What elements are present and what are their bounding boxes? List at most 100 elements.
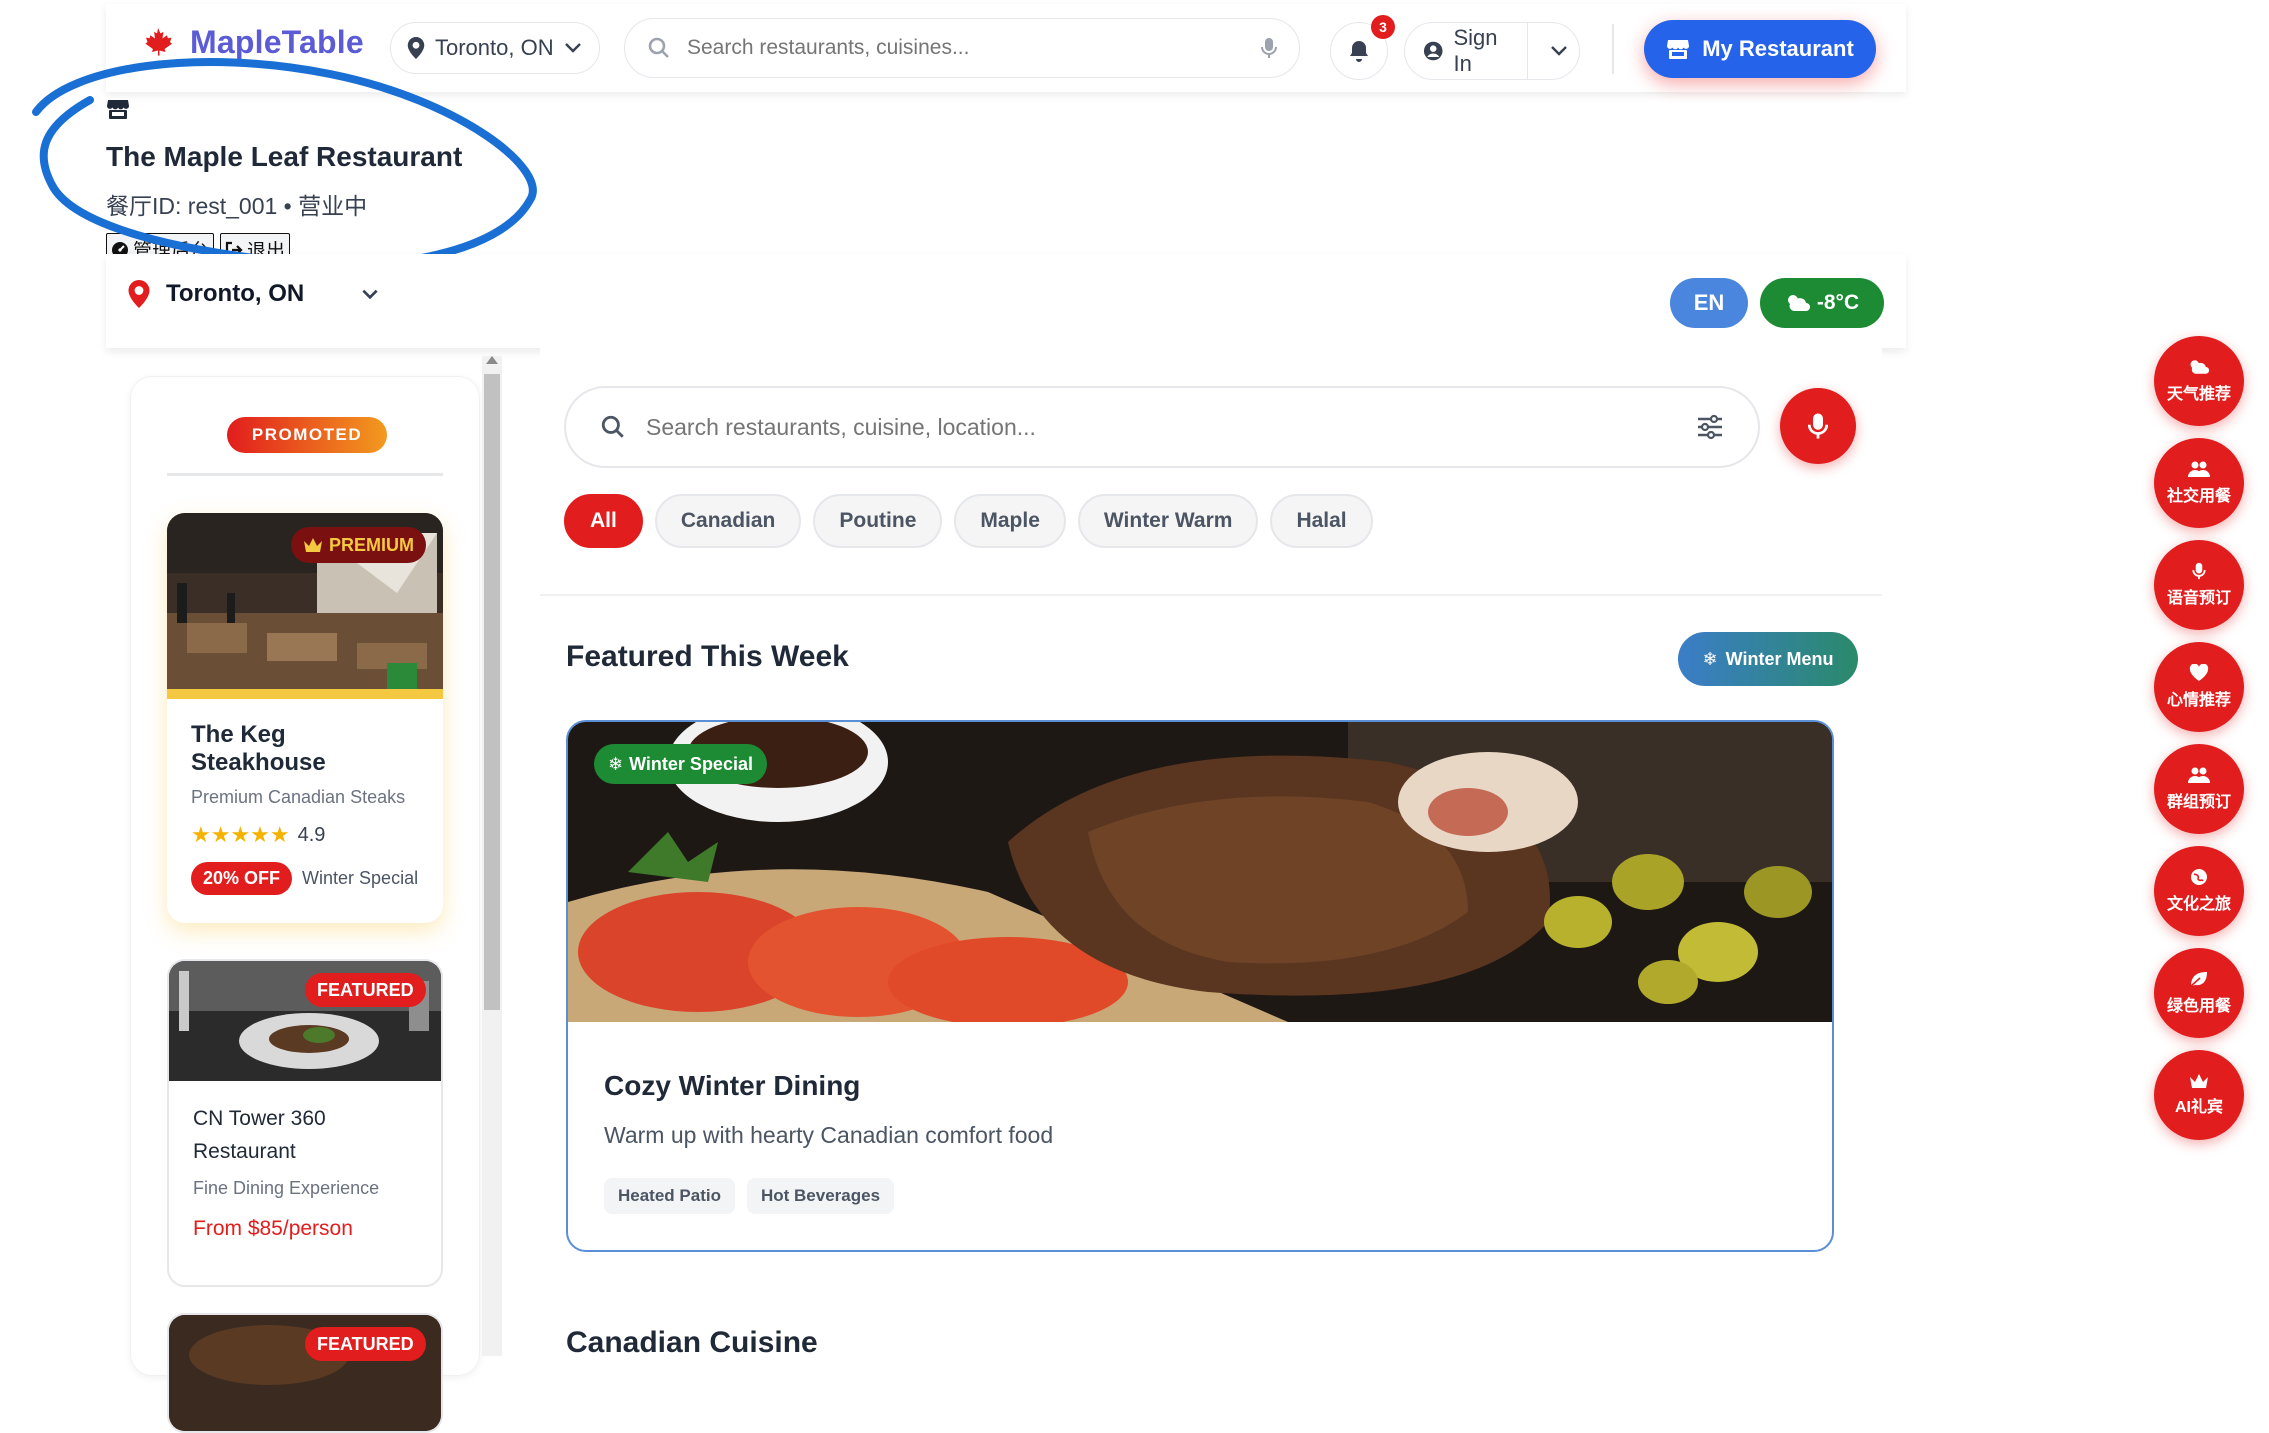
maple-leaf-icon [145, 27, 173, 56]
globe-icon [2191, 869, 2207, 885]
restaurant-photo: FEATURED [169, 1315, 441, 1431]
snowflake-icon: ❄ [1702, 648, 1718, 669]
weather-recommendation-button[interactable]: 天气推荐 [2154, 336, 2244, 426]
header-search-input[interactable] [685, 35, 1247, 61]
feature-tag: Hot Beverages [746, 1178, 895, 1214]
fab-label: 群组预订 [2166, 794, 2231, 811]
search-icon [601, 415, 624, 438]
filter-chip-maple[interactable]: Maple [954, 494, 1066, 548]
notifications-button[interactable]: 3 [1330, 15, 1395, 80]
cloud-sun-icon [2190, 360, 2210, 374]
star-rating: ★★★★★ [191, 822, 290, 847]
feature-title: Cozy Winter Dining [604, 1070, 861, 1101]
language-toggle[interactable]: EN [1670, 278, 1748, 328]
my-restaurant-label: My Restaurant [1702, 36, 1854, 61]
heart-icon [2189, 664, 2209, 681]
promoted-restaurant-card[interactable]: PREMIUM The Keg Steakhouse Premium Canad… [167, 513, 443, 923]
owner-restaurant-meta: 餐厅ID: rest_001 • 营业中 [106, 193, 368, 219]
divider [1527, 22, 1529, 80]
premium-badge: PREMIUM [291, 527, 426, 563]
feature-tag: Heated Patio [604, 1178, 735, 1214]
mood-recommendation-button[interactable]: 心情推荐 [2154, 642, 2244, 732]
fab-label: 绿色用餐 [2166, 998, 2231, 1015]
filter-chip-winter-warm[interactable]: Winter Warm [1077, 494, 1259, 548]
featured-badge: FEATURED [305, 973, 426, 1007]
microphone-icon [2192, 562, 2206, 580]
winter-special-badge: ❄ Winter Special [594, 744, 767, 784]
location-label: Toronto, ON [166, 280, 305, 307]
filter-chip-all[interactable]: All [564, 494, 643, 548]
filter-chip-halal[interactable]: Halal [1270, 494, 1373, 548]
ai-concierge-button[interactable]: AI礼宾 [2154, 1050, 2244, 1140]
location-picker[interactable]: Toronto, ON [128, 280, 380, 308]
user-group-icon [2188, 767, 2210, 783]
owner-restaurant-name: The Maple Leaf Restaurant [106, 141, 463, 172]
chevron-down-icon [564, 43, 581, 53]
filter-chip-poutine[interactable]: Poutine [813, 494, 943, 548]
fab-label: 语音预订 [2166, 590, 2231, 607]
fab-label: 天气推荐 [2166, 386, 2231, 403]
premium-label: PREMIUM [329, 534, 414, 555]
cloud-sun-icon [1787, 295, 1810, 311]
bell-icon [1350, 41, 1368, 62]
store-icon [107, 100, 129, 119]
rating-value: 4.9 [297, 823, 326, 846]
crown-icon [304, 538, 322, 552]
sidebar-scrollbar[interactable] [482, 356, 502, 1356]
featured-food-photo: ❄ Winter Special [568, 722, 1832, 1022]
chevron-down-icon [1550, 46, 1567, 56]
scrollbar-thumb[interactable] [484, 374, 500, 1010]
divider [167, 473, 443, 476]
location-select[interactable]: Toronto, ON [390, 22, 600, 74]
fab-label: 文化之旅 [2166, 896, 2231, 913]
header-divider [1612, 24, 1614, 74]
winter-menu-button[interactable]: ❄ Winter Menu [1678, 632, 1858, 686]
leaf-icon [2190, 972, 2207, 987]
location-bar: Toronto, ON EN -8°C [106, 254, 1906, 348]
main-content: All Canadian Poutine Maple Winter Warm H… [540, 348, 1882, 1359]
logo-text: MapleTable [190, 24, 364, 60]
social-dining-button[interactable]: 社交用餐 [2154, 438, 2244, 528]
store-icon [1667, 40, 1690, 59]
price-label: From $85/person [193, 1217, 353, 1241]
sign-in-button[interactable]: Sign In [1404, 22, 1580, 80]
promoted-sidebar: PROMOTED PREMIUM The Keg Steakhouse Prem… [130, 376, 480, 1433]
voice-search-button[interactable] [1780, 388, 1856, 464]
featured-restaurant-card[interactable]: FEATURED CN Tower 360 Restaurant Fine Di… [167, 959, 443, 1287]
weather-button[interactable]: -8°C [1760, 278, 1884, 328]
users-icon [2188, 461, 2210, 477]
restaurant-owner-panel: The Maple Leaf Restaurant 餐厅ID: rest_001… [106, 98, 526, 266]
chevron-down-icon [362, 289, 378, 300]
promoted-label: PROMOTED [227, 417, 387, 453]
crown-icon [2190, 1074, 2208, 1088]
voice-booking-button[interactable]: 语音预订 [2154, 540, 2244, 630]
user-circle-icon [1423, 41, 1443, 61]
microphone-icon[interactable] [1261, 37, 1277, 59]
restaurant-photo: PREMIUM [167, 513, 443, 699]
location-label: Toronto, ON [435, 35, 554, 60]
section-title: Canadian Cuisine [566, 1326, 818, 1359]
restaurant-name: CN Tower 360 Restaurant [193, 1107, 326, 1163]
main-search-input[interactable] [644, 412, 1678, 442]
account-dropdown[interactable] [1538, 45, 1579, 57]
my-restaurant-button[interactable]: My Restaurant [1644, 20, 1876, 78]
restaurant-photo: FEATURED [169, 961, 441, 1081]
temperature-label: -8°C [1816, 291, 1860, 314]
cuisine-filters: All Canadian Poutine Maple Winter Warm H… [564, 494, 1373, 548]
filter-sliders-icon[interactable] [1696, 414, 1724, 440]
divider [540, 594, 1882, 596]
search-icon [648, 37, 669, 58]
top-header: MapleTable Toronto, ON 3 Sign In My Rest… [106, 4, 1906, 92]
snowflake-icon: ❄ [608, 753, 624, 774]
featured-restaurant-card[interactable]: FEATURED [167, 1313, 443, 1433]
winter-menu-label: Winter Menu [1725, 648, 1834, 669]
filter-chip-canadian[interactable]: Canadian [654, 494, 802, 548]
cultural-journey-button[interactable]: 文化之旅 [2154, 846, 2244, 936]
group-booking-button[interactable]: 群组预订 [2154, 744, 2244, 834]
green-dining-button[interactable]: 绿色用餐 [2154, 948, 2244, 1038]
scroll-up-arrow[interactable] [486, 356, 498, 364]
fab-label: 心情推荐 [2166, 692, 2231, 709]
featured-card[interactable]: ❄ Winter Special Cozy Winter Dining Warm… [566, 720, 1834, 1252]
logo[interactable]: MapleTable [140, 24, 364, 61]
restaurant-subtitle: Fine Dining Experience [193, 1178, 380, 1199]
